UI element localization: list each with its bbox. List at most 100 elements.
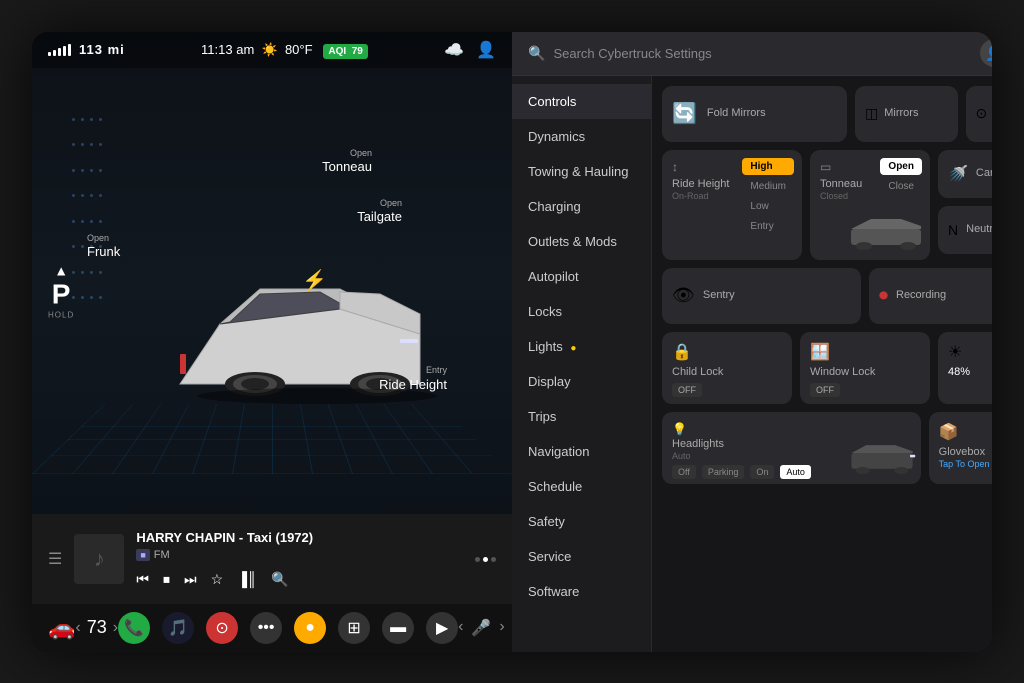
neutral-tile[interactable]: N Neutral (938, 206, 992, 254)
ride-entry-option[interactable]: Entry (742, 218, 794, 235)
sentry-label: Sentry (703, 289, 735, 302)
nav-item-towing[interactable]: Towing & Hauling (512, 154, 651, 189)
tailgate-prefix: Open (357, 198, 402, 210)
dot (99, 296, 102, 299)
media-icon[interactable]: ▬ (382, 612, 414, 644)
tonneau-open-option[interactable]: Open (880, 158, 922, 175)
search-music-button[interactable]: 🔍 (271, 571, 288, 588)
phone-icon[interactable]: 📞 (118, 612, 150, 644)
tap-to-open[interactable]: Tap To Open (939, 459, 992, 469)
ride-medium-option[interactable]: Medium (742, 178, 794, 195)
cabin-temp[interactable]: 73 (87, 617, 107, 638)
top-bar-center: 11:13 am ☀️ 80°F AQI 79 (201, 42, 368, 58)
tonneau-close-option[interactable]: Close (880, 178, 922, 195)
source-badge: ■ (136, 549, 149, 561)
aqi-badge: AQI 79 (323, 44, 367, 59)
nav-item-lights[interactable]: Lights ● (512, 329, 651, 364)
mirrors-tile[interactable]: ◫ Mirrors (855, 86, 958, 142)
dot (72, 118, 75, 121)
dot (72, 245, 75, 248)
back-arrow-icon[interactable]: ‹ (458, 618, 463, 638)
nav-item-display[interactable]: Display (512, 364, 651, 399)
nav-item-dynamics[interactable]: Dynamics (512, 119, 651, 154)
signal-bar-3 (58, 48, 61, 56)
mic-icon[interactable]: 🎤 (471, 618, 491, 638)
forward-arrow-icon[interactable]: › (499, 618, 504, 638)
apps-icon[interactable]: ⊞ (338, 612, 370, 644)
carwash-tile[interactable]: 🚿 Car Wash (938, 150, 992, 198)
stop-button[interactable]: ⏹ (163, 571, 170, 588)
gear-indicator: ▲ P HOLD (48, 262, 74, 319)
tonneau-name: Tonneau (322, 159, 372, 174)
signal-bar-4 (63, 46, 66, 56)
skip-button[interactable]: ⏭ (184, 571, 197, 588)
fold-mirrors-label: Fold Mirrors (707, 107, 766, 120)
hl-parking[interactable]: Parking (702, 465, 745, 479)
rewind-button[interactable]: ⏮ (136, 571, 149, 588)
left-arrow-icon[interactable]: ‹ (75, 619, 80, 637)
dot-grid-decoration (72, 118, 102, 318)
nav-item-service[interactable]: Service (512, 539, 651, 574)
hl-off[interactable]: Off (672, 465, 696, 479)
mirror-icon: ◫ (865, 105, 878, 122)
nav-item-autopilot[interactable]: Autopilot (512, 259, 651, 294)
aqi-value: 79 (352, 46, 363, 57)
car-status-icon[interactable]: 🚗 (48, 615, 75, 641)
cloud-icon: ☁️ (444, 40, 464, 60)
frunk-label[interactable]: Open Frunk (87, 233, 120, 262)
extra-icon[interactable]: ▶ (426, 612, 458, 644)
search-input-area[interactable]: 🔍 Search Cybertruck Settings (528, 45, 980, 62)
nav-item-trips[interactable]: Trips (512, 399, 651, 434)
glovebox-tile[interactable]: 📦 Glovebox Tap To Open (929, 412, 992, 484)
tailgate-label[interactable]: Open Tailgate (357, 198, 402, 227)
tesla-icon[interactable]: ⊙ (206, 612, 238, 644)
hl-on[interactable]: On (750, 465, 774, 479)
fold-mirrors-tile[interactable]: 🔄 Fold Mirrors (662, 86, 847, 142)
nav-item-software[interactable]: Software (512, 574, 651, 609)
window-lock-icon: 🪟 (810, 342, 920, 362)
lights-indicator: ● (570, 343, 576, 354)
dot (90, 143, 93, 146)
top-bar-left: 113 mi (48, 42, 125, 57)
nav-item-navigation[interactable]: Navigation (512, 434, 651, 469)
dot (90, 220, 93, 223)
ride-height-label[interactable]: Entry Ride Height (379, 365, 447, 394)
ride-high-option[interactable]: High (742, 158, 794, 175)
mirrors-icon: 🔄 (672, 101, 697, 126)
window-lock-tile[interactable]: 🪟 Window Lock OFF (800, 332, 930, 404)
nav-item-controls[interactable]: Controls (512, 84, 651, 119)
media-dots (475, 557, 496, 562)
dot (99, 118, 102, 121)
equalizer-button[interactable]: ▐║ (237, 571, 257, 587)
sentry-tile[interactable]: 👁 Sentry (662, 268, 861, 324)
recording-tile[interactable]: ⏺ Recording (869, 268, 992, 324)
more-icon[interactable]: ••• (250, 612, 282, 644)
favorite-button[interactable]: ☆ (211, 571, 224, 588)
dot (90, 296, 93, 299)
tonneau-tile[interactable]: ▭ Tonneau Closed (810, 150, 930, 260)
settings-nav: Controls Dynamics Towing & Hauling Charg… (512, 76, 652, 652)
music-app-icon[interactable]: 🎵 (162, 612, 194, 644)
steering-tile[interactable]: ⊙ Steering (966, 86, 993, 142)
taskbar-left: 🚗 (48, 615, 75, 641)
energy-icon[interactable]: ● (294, 612, 326, 644)
nav-item-schedule[interactable]: Schedule (512, 469, 651, 504)
search-icon: 🔍 (528, 45, 545, 62)
neutral-icon: N (948, 222, 958, 238)
nav-item-locks[interactable]: Locks (512, 294, 651, 329)
music-controls[interactable]: ⏮ ⏹ ⏭ ☆ ▐║ 🔍 (136, 571, 463, 588)
ride-height-tile[interactable]: ↕ Ride Height On-Road High Medium Low En… (662, 150, 802, 260)
child-lock-tile[interactable]: 🔒 Child Lock OFF (662, 332, 792, 404)
brightness-tile[interactable]: ☀ 48% Auto (938, 332, 992, 404)
row-2: ↕ Ride Height On-Road High Medium Low En… (662, 150, 992, 260)
hl-auto[interactable]: Auto (780, 465, 811, 479)
nav-item-outlets[interactable]: Outlets & Mods (512, 224, 651, 259)
tonneau-label[interactable]: Open Tonneau (322, 148, 372, 177)
ride-low-option[interactable]: Low (742, 198, 794, 215)
dot (81, 220, 84, 223)
tonneau-thumb (846, 214, 926, 254)
cybertruck-svg (160, 254, 440, 434)
nav-item-safety[interactable]: Safety (512, 504, 651, 539)
headlights-tile[interactable]: 💡 Headlights Auto Off Parking On Auto (662, 412, 921, 484)
nav-item-charging[interactable]: Charging (512, 189, 651, 224)
